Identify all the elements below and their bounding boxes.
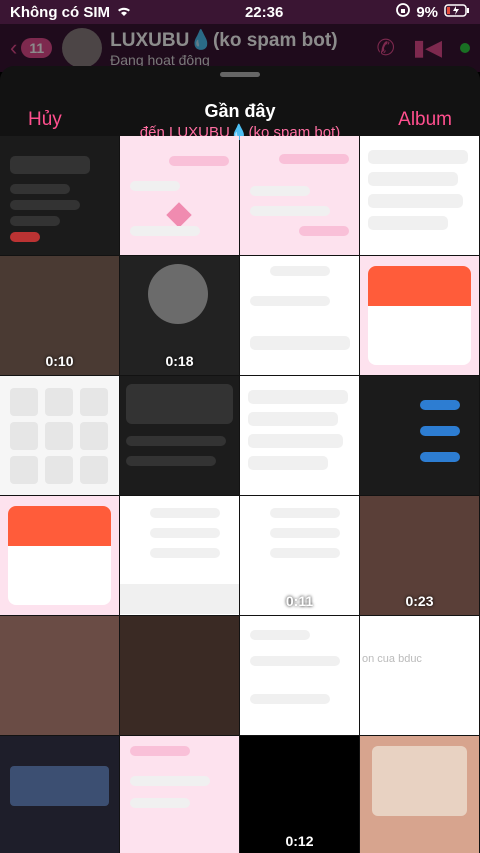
- phone-icon[interactable]: ✆: [377, 35, 395, 61]
- video-item[interactable]: 0:11: [240, 496, 359, 615]
- media-item[interactable]: [240, 376, 359, 495]
- chat-title: LUXUBU💧(ko spam bot): [110, 30, 338, 51]
- fragment-text: on cua bduc: [362, 653, 422, 665]
- clock: 22:36: [244, 3, 284, 21]
- video-call-icon[interactable]: ▮◀: [413, 35, 442, 61]
- status-bar: Không có SIM 22:36 9%: [0, 0, 480, 24]
- video-item[interactable]: 0:10: [0, 256, 119, 375]
- online-indicator: [460, 43, 470, 53]
- video-duration: 0:10: [45, 353, 74, 369]
- video-duration: 0:18: [165, 353, 194, 369]
- media-item[interactable]: [360, 136, 479, 255]
- carrier-label: Không có SIM: [10, 3, 110, 21]
- media-item[interactable]: [120, 616, 239, 735]
- battery-icon: [444, 3, 470, 21]
- video-duration: 0:12: [285, 833, 314, 849]
- video-item[interactable]: 0:12: [240, 736, 359, 853]
- video-duration: 0:23: [405, 593, 434, 609]
- media-item[interactable]: [240, 136, 359, 255]
- orientation-lock-icon: [396, 3, 411, 21]
- media-item[interactable]: [120, 136, 239, 255]
- media-item[interactable]: [120, 376, 239, 495]
- media-item[interactable]: on cua bduc: [360, 616, 479, 735]
- media-item[interactable]: [240, 256, 359, 375]
- media-grid: 0:10 0:18 0:11 0:23 on cua bduc 0:12: [0, 136, 480, 853]
- chat-header: ‹ 11 LUXUBU💧(ko spam bot) Đang hoạt động…: [0, 24, 480, 72]
- video-duration: 0:11: [285, 593, 314, 609]
- media-item[interactable]: [120, 496, 239, 615]
- video-item[interactable]: 0:18: [120, 256, 239, 375]
- unread-count-badge: 11: [21, 38, 53, 58]
- battery-label: 9%: [416, 3, 438, 21]
- media-item[interactable]: [0, 496, 119, 615]
- avatar[interactable]: [62, 28, 103, 68]
- media-item[interactable]: [360, 256, 479, 375]
- wifi-icon: [116, 4, 132, 21]
- chevron-left-icon: ‹: [10, 35, 18, 60]
- media-item[interactable]: [0, 136, 119, 255]
- media-item[interactable]: [360, 736, 479, 853]
- album-button[interactable]: Album: [398, 109, 452, 131]
- media-item[interactable]: [0, 736, 119, 853]
- media-item[interactable]: [0, 376, 119, 495]
- video-item[interactable]: 0:23: [360, 496, 479, 615]
- media-item[interactable]: [240, 616, 359, 735]
- media-item[interactable]: [120, 736, 239, 853]
- media-picker-sheet: Hủy Gần đây đến LUXUBU💧(ko spam bot) Alb…: [0, 66, 480, 853]
- media-item[interactable]: [360, 376, 479, 495]
- back-button[interactable]: ‹ 11: [10, 35, 53, 61]
- media-item[interactable]: [0, 616, 119, 735]
